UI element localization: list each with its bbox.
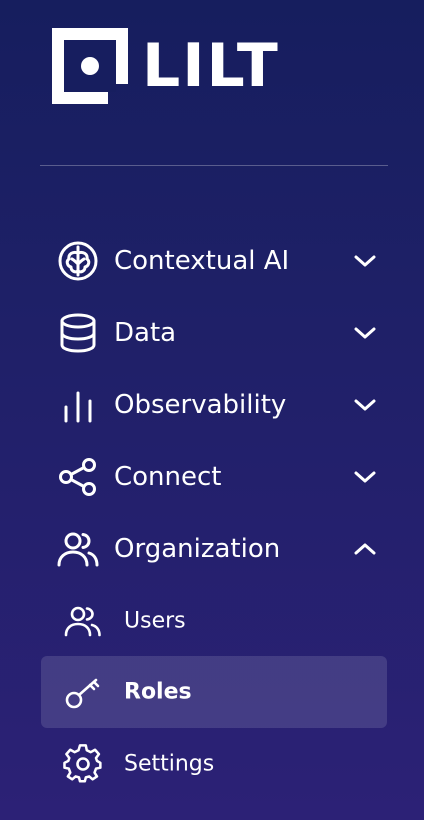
sub-label-roles: Roles — [124, 679, 192, 705]
sidebar-divider — [40, 165, 388, 166]
chevron-up-icon[interactable] — [350, 534, 380, 564]
key-icon — [63, 672, 103, 712]
sub-label-settings: Settings — [124, 751, 215, 777]
nav-label-observability: Observability — [114, 390, 287, 420]
lilt-logo-mark-icon — [52, 28, 128, 104]
share-icon — [56, 455, 100, 499]
bar-chart-icon — [56, 383, 100, 427]
sub-item-settings[interactable]: Settings — [41, 728, 387, 800]
nav-item-organization[interactable]: Organization — [40, 513, 387, 585]
gear-icon — [63, 744, 103, 784]
sub-item-users[interactable]: Users — [41, 585, 387, 657]
users-icon — [63, 601, 103, 641]
nav-label-data: Data — [114, 318, 177, 348]
nav-item-observability[interactable]: Observability — [40, 369, 387, 441]
nav-item-contextual-ai[interactable]: Contextual AI — [40, 225, 387, 297]
chevron-down-icon[interactable] — [350, 462, 380, 492]
nav-label-connect: Connect — [114, 462, 222, 492]
nav-label-organization: Organization — [114, 534, 281, 564]
nav-item-connect[interactable]: Connect — [40, 441, 387, 513]
database-icon — [56, 311, 100, 355]
sub-label-users: Users — [124, 608, 186, 634]
nav-item-data[interactable]: Data — [40, 297, 387, 369]
brain-icon — [56, 239, 100, 283]
users-icon — [56, 527, 100, 571]
brand-logo[interactable]: LILT — [52, 28, 280, 104]
nav-label-contextual-ai: Contextual AI — [114, 246, 290, 276]
brand-name: LILT — [142, 31, 280, 101]
chevron-down-icon[interactable] — [350, 246, 380, 276]
chevron-down-icon[interactable] — [350, 390, 380, 420]
sub-item-roles[interactable]: Roles — [41, 656, 387, 728]
chevron-down-icon[interactable] — [350, 318, 380, 348]
